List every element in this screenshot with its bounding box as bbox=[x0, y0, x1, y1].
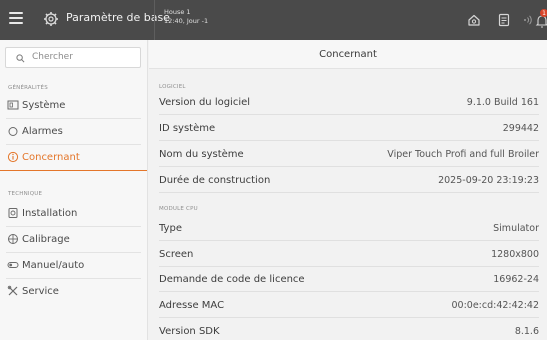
wireless-signal-icon[interactable] bbox=[519, 12, 535, 28]
toggle-icon bbox=[7, 262, 19, 268]
info-row: Screen 1280x800 bbox=[159, 242, 539, 267]
info-value: Simulator bbox=[493, 223, 539, 234]
search-input[interactable]: Chercher bbox=[5, 47, 141, 68]
sidebar-item-installation[interactable]: Installation bbox=[0, 201, 147, 227]
info-key: Demande de code de licence bbox=[159, 274, 305, 285]
sidebar-item-manuel-auto[interactable]: Manuel/auto bbox=[0, 253, 147, 279]
info-row: Durée de construction 2025-09-20 23:19:2… bbox=[159, 168, 539, 193]
hamburger-menu-icon[interactable] bbox=[9, 12, 23, 24]
sidebar-item-label: Manuel/auto bbox=[22, 260, 85, 271]
main-panel: Concernant LOGICIEL Version du logiciel … bbox=[149, 40, 547, 340]
sidebar-item-service[interactable]: Service bbox=[0, 279, 147, 305]
sidebar-item-label: Système bbox=[22, 100, 66, 111]
sidebar-item-alarmes[interactable]: Alarmes bbox=[0, 119, 147, 145]
info-key: Screen bbox=[159, 249, 194, 260]
calibration-icon bbox=[8, 234, 18, 244]
info-row: Adresse MAC 00:0e:cd:42:42:42 bbox=[159, 293, 539, 318]
sidebar-item-label: Service bbox=[22, 286, 59, 297]
sidebar-item-label: Installation bbox=[22, 208, 78, 219]
info-row: Version du logiciel 9.1.0 Build 161 bbox=[159, 90, 539, 115]
search-icon bbox=[16, 54, 25, 63]
installation-icon bbox=[8, 208, 18, 218]
sidebar-item-label: Concernant bbox=[22, 152, 80, 163]
info-key: Durée de construction bbox=[159, 175, 271, 186]
sidebar-item-calibrage[interactable]: Calibrage bbox=[0, 227, 147, 253]
sidebar-item-label: Alarmes bbox=[22, 126, 63, 137]
info-icon bbox=[7, 151, 19, 163]
home-icon[interactable] bbox=[466, 12, 482, 28]
group-label-module-cpu: MODULE CPU bbox=[159, 206, 198, 212]
info-value: 16962-24 bbox=[493, 274, 539, 285]
gear-icon bbox=[44, 12, 58, 26]
info-value: 299442 bbox=[502, 123, 539, 134]
info-row: Nom du système Viper Touch Profi and ful… bbox=[159, 142, 539, 167]
info-key: Nom du système bbox=[159, 149, 244, 160]
system-icon bbox=[7, 100, 19, 110]
house-selector[interactable]: House 1 12:40, Jour -1 bbox=[164, 8, 208, 26]
house-name: House 1 bbox=[164, 8, 191, 16]
notification-badge: 1 bbox=[540, 9, 547, 17]
house-time: 12:40, Jour -1 bbox=[164, 17, 209, 25]
info-row: Type Simulator bbox=[159, 216, 539, 241]
sidebar-item-systeme[interactable]: Système bbox=[0, 93, 147, 119]
info-key: Version du logiciel bbox=[159, 97, 251, 108]
svg-text:1: 1 bbox=[542, 10, 546, 17]
info-key: Type bbox=[159, 223, 182, 234]
info-row: Version SDK 8.1.6 bbox=[159, 319, 539, 340]
wrench-icon bbox=[7, 285, 18, 296]
info-value: 9.1.0 Build 161 bbox=[466, 97, 539, 108]
info-value: 00:0e:cd:42:42:42 bbox=[451, 300, 540, 311]
info-row: Demande de code de licence 16962-24 bbox=[159, 267, 539, 292]
alarm-icon bbox=[8, 127, 18, 136]
document-icon[interactable] bbox=[496, 12, 512, 28]
section-label-general: GÉNÉRALITÉS bbox=[8, 85, 48, 91]
header-divider bbox=[154, 0, 155, 40]
main-header: Concernant bbox=[149, 40, 547, 69]
info-value: 1280x800 bbox=[491, 249, 539, 260]
top-bar: Paramètre de base House 1 12:40, Jour -1… bbox=[0, 0, 547, 40]
info-value: 2025-09-20 23:19:23 bbox=[438, 175, 539, 186]
info-row: ID système 299442 bbox=[159, 116, 539, 141]
search-placeholder: Chercher bbox=[32, 52, 73, 62]
main-title: Concernant bbox=[319, 49, 377, 60]
info-value: Viper Touch Profi and full Broiler bbox=[387, 149, 539, 160]
info-value: 8.1.6 bbox=[514, 326, 539, 337]
info-key: Version SDK bbox=[159, 326, 220, 337]
section-label-technique: TECHNIQUE bbox=[8, 191, 43, 197]
sidebar-item-label: Calibrage bbox=[22, 234, 70, 245]
sidebar-item-concernant[interactable]: Concernant bbox=[0, 145, 147, 171]
info-key: Adresse MAC bbox=[159, 300, 225, 311]
sidebar: Chercher GÉNÉRALITÉS Système Alarmes Con… bbox=[0, 40, 148, 340]
info-key: ID système bbox=[159, 123, 216, 134]
